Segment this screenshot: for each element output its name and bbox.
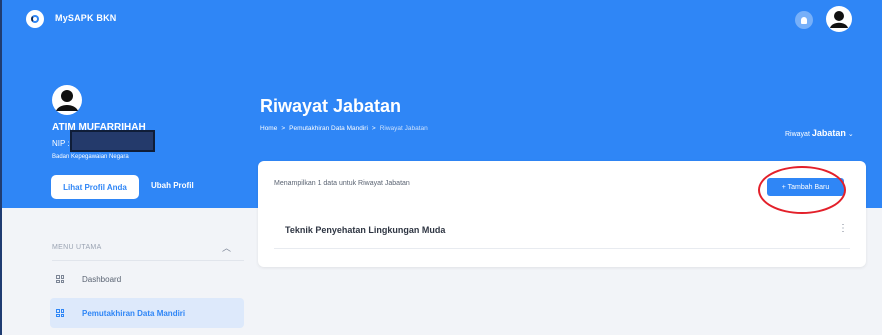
chevron-down-icon: ⌄ bbox=[847, 131, 854, 138]
breadcrumb-separator: > bbox=[281, 125, 286, 132]
result-count-text: Menampilkan 1 data untuk Riwayat Jabatan bbox=[274, 180, 410, 187]
annotation-circle bbox=[758, 166, 846, 214]
bell-icon bbox=[801, 16, 807, 24]
user-avatar-icon[interactable] bbox=[826, 6, 852, 32]
breadcrumb-pemutakhiran[interactable]: Pemutakhiran Data Mandiri bbox=[289, 125, 368, 132]
grid-icon bbox=[56, 275, 64, 283]
history-type-dropdown[interactable]: Riwayat Jabatan ⌄ bbox=[785, 128, 854, 138]
chevron-up-icon[interactable]: ︿ bbox=[222, 241, 231, 254]
app-logo[interactable] bbox=[26, 10, 44, 28]
list-divider bbox=[274, 248, 850, 249]
breadcrumb-separator: > bbox=[371, 125, 376, 132]
sidebar-item-dashboard[interactable]: Dashboard bbox=[50, 264, 244, 294]
breadcrumb-home[interactable]: Home bbox=[260, 125, 277, 132]
more-vertical-icon[interactable]: ⋮ bbox=[838, 223, 848, 234]
list-item-title[interactable]: Teknik Penyehatan Lingkungan Muda bbox=[285, 225, 445, 235]
sidebar-item-pemutakhiran[interactable]: Pemutakhiran Data Mandiri bbox=[50, 298, 244, 328]
edit-profile-link[interactable]: Ubah Profil bbox=[151, 181, 194, 190]
profile-avatar-icon bbox=[52, 85, 82, 115]
menu-divider bbox=[52, 260, 244, 261]
window-edge bbox=[0, 0, 2, 335]
history-card: Menampilkan 1 data untuk Riwayat Jabatan… bbox=[258, 161, 866, 267]
sidebar-item-label: Dashboard bbox=[82, 274, 122, 284]
nip-label: NIP : bbox=[52, 139, 70, 148]
menu-section-title: MENU UTAMA bbox=[52, 244, 102, 251]
dropdown-prefix: Riwayat bbox=[785, 131, 810, 138]
grid-icon bbox=[56, 309, 64, 317]
sidebar-item-label: Pemutakhiran Data Mandiri bbox=[82, 308, 186, 318]
view-profile-button[interactable]: Lihat Profil Anda bbox=[51, 175, 139, 199]
profile-organization: Badan Kepegawaian Negara bbox=[52, 154, 129, 160]
page-title: Riwayat Jabatan bbox=[260, 96, 402, 116]
notification-button[interactable] bbox=[795, 11, 813, 29]
breadcrumb-current: Riwayat Jabatan bbox=[379, 125, 428, 132]
breadcrumb: Home > Pemutakhiran Data Mandiri > Riwayat J… bbox=[260, 125, 428, 132]
nip-redaction bbox=[70, 130, 155, 152]
app-title[interactable]: MySAPK BKN bbox=[55, 13, 117, 23]
dropdown-value: Jabatan bbox=[811, 128, 846, 138]
